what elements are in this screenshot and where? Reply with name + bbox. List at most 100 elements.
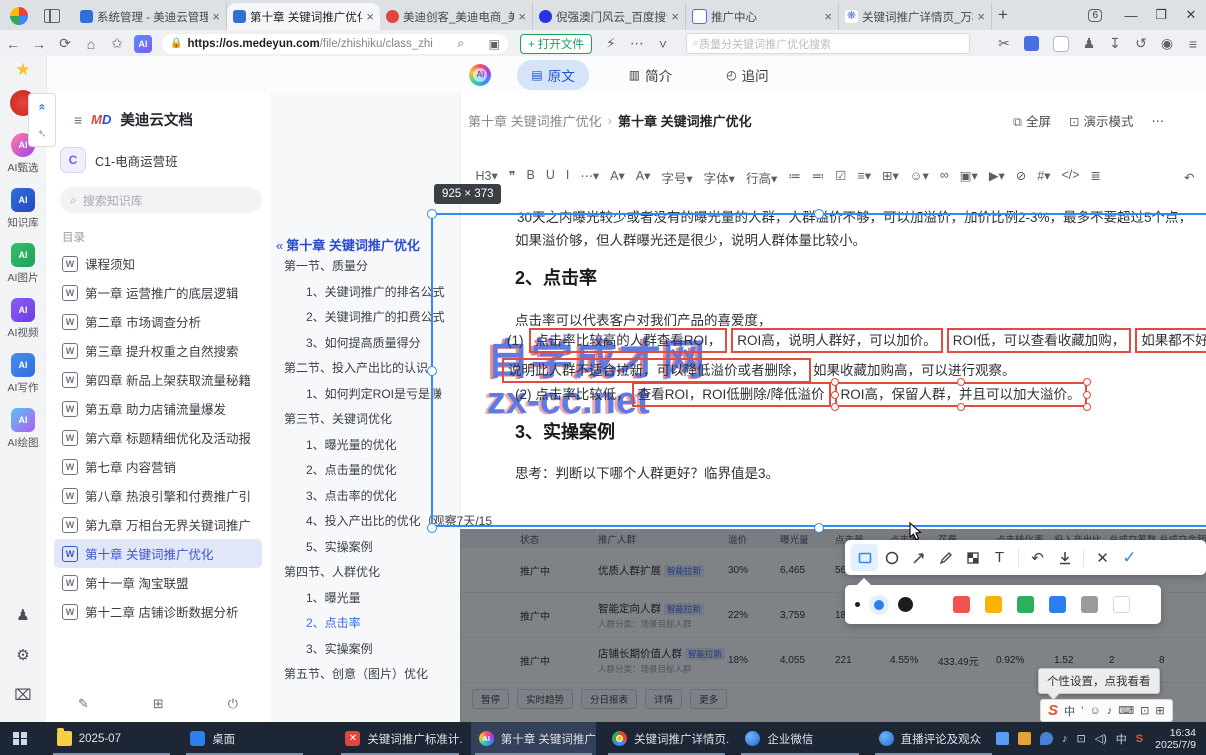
selection-handle[interactable] [814, 523, 824, 533]
image-search-icon[interactable]: ▣ [489, 37, 500, 51]
resize-handle[interactable] [1082, 390, 1091, 399]
editor-tool-button[interactable]: I [560, 165, 574, 190]
sidebar-item-chapter[interactable]: W 第十章 关键词推广优化 [54, 539, 262, 568]
chevron-down-icon[interactable]: ˅ [650, 36, 676, 52]
translate-extension-icon[interactable] [1024, 36, 1039, 51]
color-swatch[interactable] [1081, 596, 1098, 613]
undo-icon[interactable]: ↶ [1024, 544, 1051, 571]
color-swatch[interactable] [1049, 596, 1066, 613]
red-annotation-box[interactable]: ROI高，说明人群好，可以加价。 [731, 328, 943, 353]
download-icon[interactable] [1051, 544, 1078, 571]
forward-icon[interactable]: → [26, 36, 52, 52]
extensions-puzzle-icon[interactable]: ♟ [16, 606, 29, 624]
ai-assistant-icon[interactable]: AI [134, 34, 152, 53]
start-button[interactable] [0, 722, 41, 755]
minimize-button[interactable]: — [1116, 8, 1146, 23]
stroke-size-large[interactable] [898, 597, 913, 612]
more-icon[interactable]: ⋯ [624, 35, 650, 52]
tab-original[interactable]: ▤ 原文 [517, 59, 589, 90]
editor-tool-button[interactable]: B [521, 165, 540, 190]
resize-handle[interactable] [1082, 378, 1091, 386]
sidebar-item-chapter[interactable]: W 第六章 标题精细优化及活动报 [54, 423, 262, 452]
keyboard-icon[interactable]: ⌨ [1118, 704, 1134, 717]
tab-close-icon[interactable]: × [671, 9, 679, 24]
toc-item[interactable]: 4、投入产出比的优化（观察7天/15 [306, 509, 492, 535]
menu-icon[interactable]: ≡ [1180, 36, 1206, 52]
color-swatch[interactable] [985, 596, 1002, 613]
reader-extension-icon[interactable] [1053, 35, 1069, 52]
volume-tray-icon[interactable]: ◁) [1095, 732, 1107, 745]
class-row[interactable]: C C1-电商运营班 [60, 147, 270, 173]
editor-tool-button[interactable]: ❞ [503, 165, 521, 190]
toc-item[interactable]: 2、点击量的优化 [306, 458, 460, 484]
back-icon[interactable]: ← [0, 36, 26, 52]
sogou-logo-icon[interactable]: S [1048, 702, 1058, 719]
toc-item[interactable]: 3、点击率的优化 [306, 484, 460, 510]
taskbar-item-live-comments[interactable]: 直播评论及观众 [871, 722, 996, 755]
tab-meidi-chuangke[interactable]: 美迪创客_美迪电商_美 × [380, 3, 533, 30]
lang-tray-icon[interactable]: 中 [1116, 731, 1127, 747]
sidebar-item-chapter[interactable]: W 第五章 助力店铺流量爆发 [54, 394, 262, 423]
reload-icon[interactable]: ⟳ [52, 35, 78, 52]
power-icon[interactable]: ⏻ [228, 696, 238, 712]
sidebar-item-chapter[interactable]: W 第十二章 店铺诊断数据分析 [54, 597, 262, 626]
open-file-button[interactable]: + 打开文件 [520, 33, 592, 54]
color-swatch[interactable] [953, 596, 970, 613]
sidebar-item-chapter[interactable]: W 第十一章 淘宝联盟 [54, 568, 262, 597]
maximize-button[interactable]: ❐ [1146, 7, 1176, 23]
tab-system-admin[interactable]: 系统管理 - 美迪云管理 × [74, 3, 227, 30]
toc-item[interactable]: 1、如何判定ROI是亏是赚 [306, 382, 460, 408]
resize-handle[interactable] [956, 403, 965, 411]
new-tab-button[interactable]: + [998, 5, 1008, 25]
knowledge-search-input[interactable]: ⌕ 搜索知识库 [60, 187, 262, 213]
toc-item[interactable]: 第五节、创意（图片）优化 [284, 662, 460, 688]
rectangle-tool[interactable] [851, 544, 878, 571]
selection-handle[interactable] [427, 523, 437, 533]
editor-tool-button[interactable]: #▾ [1032, 165, 1056, 190]
resize-handle[interactable] [956, 378, 965, 386]
pen-tool[interactable] [932, 544, 959, 571]
download-icon[interactable]: ↧ [1102, 35, 1128, 52]
tab-close-icon[interactable]: × [824, 9, 832, 24]
taskbar-item-folder[interactable]: 2025-07 [49, 722, 174, 755]
mic-icon[interactable]: ♪ [1107, 705, 1113, 717]
toolbox-icon[interactable]: ⌧ [14, 686, 31, 704]
history-undo-icon[interactable]: ↺ [1128, 35, 1154, 52]
toc-item[interactable]: 5、实操案例 [306, 535, 460, 561]
sidebar-item-chapter[interactable]: W 第四章 新品上架获取流量秘籍 [54, 365, 262, 394]
toc-item[interactable]: 第三节、关键词优化 [284, 407, 460, 433]
ellipse-tool[interactable] [878, 544, 905, 571]
rail-item[interactable]: AI AI绘图 [7, 408, 39, 450]
app-tray-icon[interactable] [1017, 732, 1031, 745]
rail-item[interactable]: AI AI视频 [7, 298, 39, 340]
editor-tool-button[interactable]: ≕ [806, 165, 830, 190]
sidebar-item-chapter[interactable]: W 第九章 万相台无界关键词推广 [54, 510, 262, 539]
emoji-icon[interactable]: ☺ [1089, 705, 1100, 717]
extensions-puzzle-icon[interactable]: ♟ [1076, 35, 1102, 52]
hamburger-icon[interactable]: ≡ [74, 112, 82, 128]
tab-promo-center[interactable]: 推广中心 × [686, 3, 839, 30]
settings-gear-icon[interactable]: ⚙ [16, 646, 29, 664]
tab-ask[interactable]: ◴ 追问 [712, 60, 782, 90]
collapse-left-icon[interactable]: « [276, 238, 283, 253]
search-icon[interactable]: ⌕ [457, 36, 464, 51]
editor-tool-button[interactable]: 行高▾ [740, 165, 782, 190]
stroke-size-medium-selected[interactable] [874, 599, 884, 610]
shield-tray-icon[interactable] [1039, 732, 1053, 745]
editor-tool-button[interactable]: ∞ [934, 165, 954, 190]
pin-icon[interactable]: ➴ [37, 127, 46, 140]
taskbar-item-doc-active[interactable]: AI 第十章 关键词推广... [470, 722, 597, 755]
editor-tool-button[interactable]: 字号▾ [656, 165, 698, 190]
editor-tool-button[interactable]: ⋯▾ [575, 165, 605, 190]
sidebar-item-chapter[interactable]: W 课程须知 [54, 249, 262, 278]
tab-count-badge[interactable]: 6 [1088, 8, 1102, 22]
close-button[interactable]: ✕ [1176, 7, 1206, 23]
edit-icon[interactable]: ✎ [78, 696, 89, 712]
taskbar-item-desktop[interactable]: 桌面 [182, 722, 307, 755]
present-mode-button[interactable]: ⊡ 演示模式 [1069, 111, 1134, 130]
toc-item[interactable]: 2、点击率 [306, 611, 460, 637]
sidebar-item-chapter[interactable]: W 第二章 市场调查分析 [54, 307, 262, 336]
scissors-icon[interactable]: ✂ [991, 35, 1017, 52]
sogou-tray-icon[interactable]: S [1136, 733, 1143, 745]
editor-tool-button[interactable]: ⊘ [1010, 165, 1031, 190]
